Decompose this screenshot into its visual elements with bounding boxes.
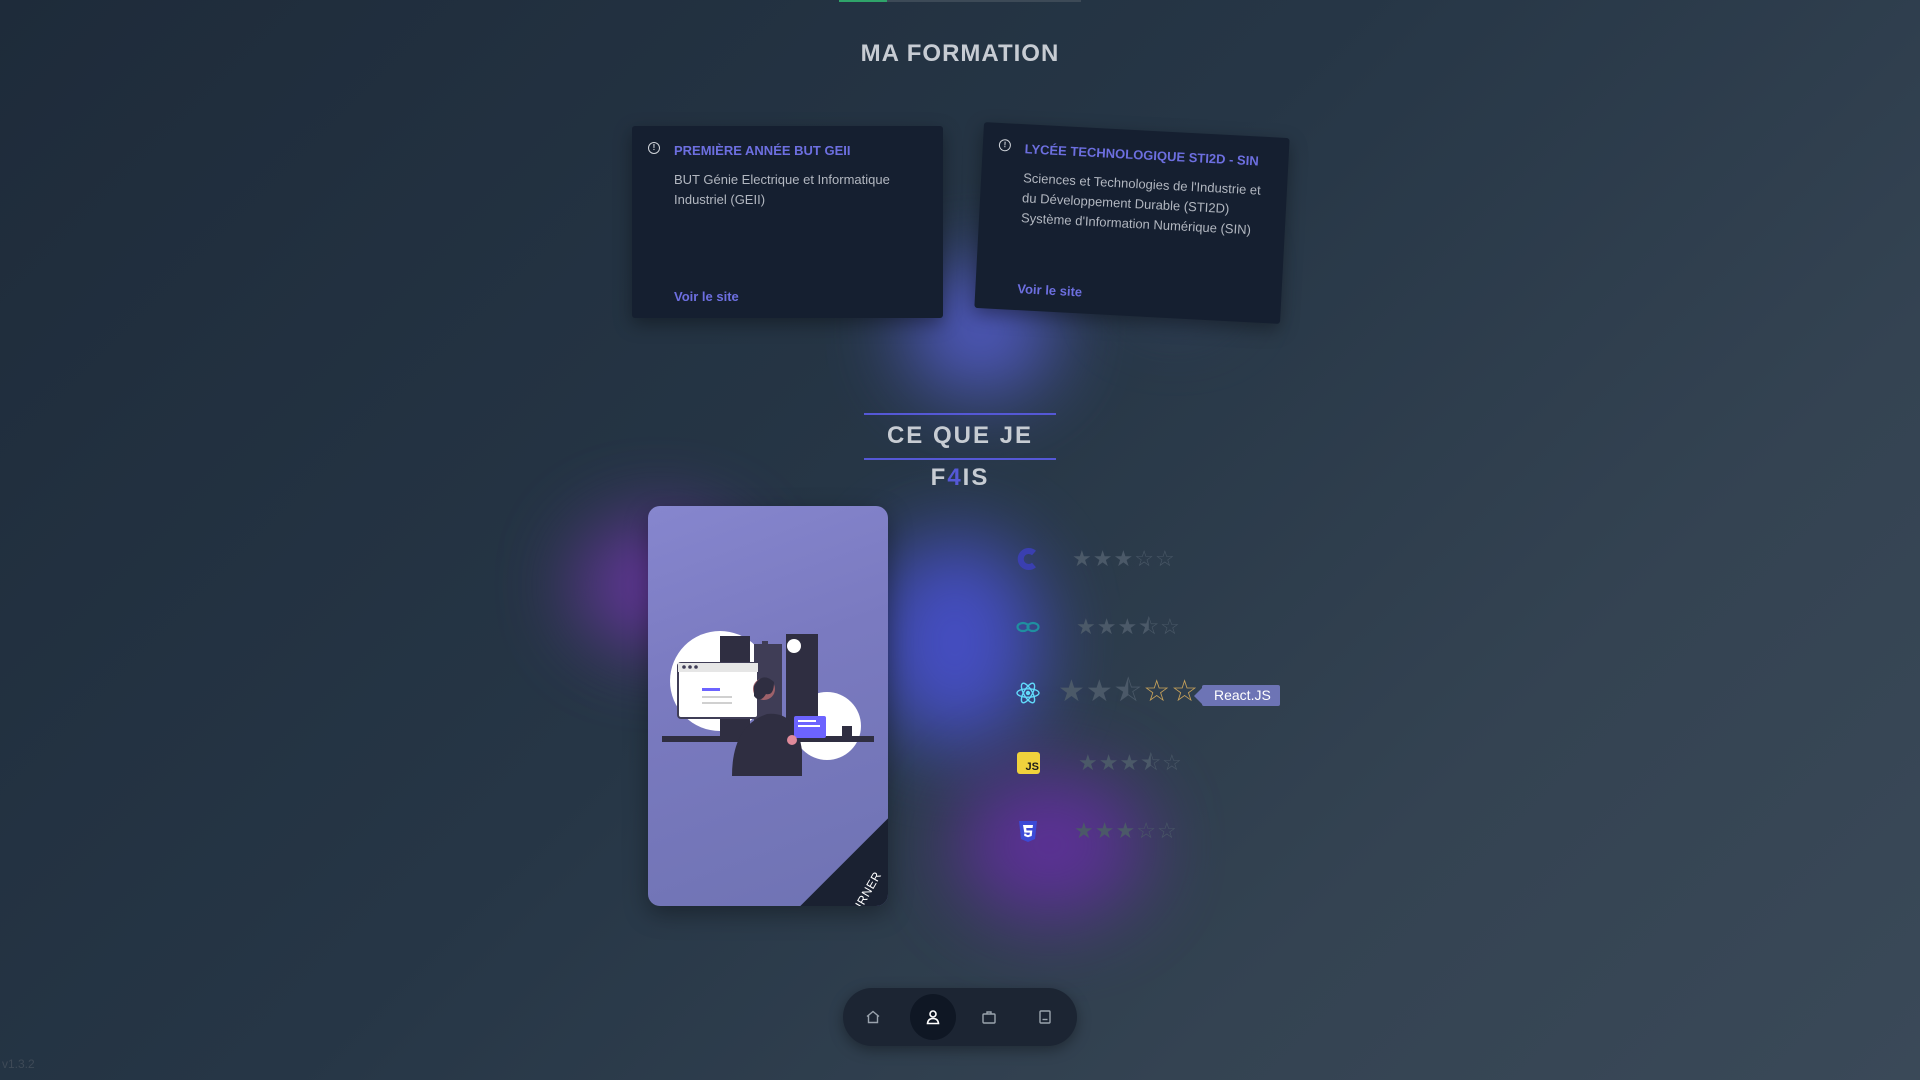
star-full-icon: ★ [1078, 750, 1099, 775]
star-full-icon: ★ [1072, 546, 1093, 571]
star-full-icon: ★ [1058, 675, 1086, 708]
star-full-icon: ★ [1092, 546, 1114, 571]
star-empty-icon: ☆ [1162, 750, 1183, 775]
visit-site-link[interactable]: Voir le site [674, 289, 739, 304]
formation-card-title: PREMIÈRE ANNÉE BUT GEII [674, 143, 851, 158]
rating-stars: ★★★☆☆ [1074, 818, 1178, 844]
javascript-icon: JS [1017, 752, 1040, 774]
developer-illustration [662, 631, 874, 776]
rating-stars: ★★★⯪☆ [1076, 614, 1181, 640]
star-full-icon: ★ [1094, 818, 1116, 843]
star-half-icon: ⯪ [1138, 614, 1161, 639]
skill-row-c[interactable]: ★★★☆☆ [1010, 540, 1340, 580]
scroll-progress-bar [839, 0, 1081, 2]
star-empty-icon: ☆ [1143, 675, 1172, 708]
formation-card-description: Sciences et Technologies de l'Industrie … [1020, 170, 1262, 238]
star-half-icon: ⯪ [1140, 750, 1163, 775]
star-empty-icon: ☆ [1154, 546, 1176, 571]
visit-site-link[interactable]: Voir le site [1017, 281, 1082, 299]
formation-card-but: ! PREMIÈRE ANNÉE BUT GEII BUT Génie Elec… [632, 126, 943, 318]
star-full-icon: ★ [1117, 614, 1139, 639]
rating-stars: ★★★⯪☆ [1078, 750, 1183, 776]
star-full-icon: ★ [1098, 750, 1120, 775]
star-empty-icon: ☆ [1156, 818, 1178, 843]
formation-card-description: BUT Génie Electrique et Informatique Ind… [674, 172, 890, 207]
flip-card[interactable]: RETOURNER [648, 506, 888, 906]
nav-about-button[interactable] [910, 994, 956, 1040]
user-icon [926, 1010, 940, 1025]
star-full-icon: ★ [1096, 614, 1118, 639]
css3-icon [1019, 821, 1037, 842]
home-icon [866, 1010, 880, 1024]
version-label: v1.3.2 [2, 1057, 35, 1071]
rating-stars: ★★⯪☆☆ [1058, 674, 1199, 710]
star-empty-icon: ☆ [1160, 614, 1181, 639]
nav-blog-button[interactable] [1022, 994, 1068, 1040]
formation-title: MA FORMATION [860, 40, 1060, 67]
star-full-icon: ★ [1076, 614, 1097, 639]
skill-tooltip: React.JS [1194, 685, 1280, 706]
skill-row-css3[interactable]: ★★★☆☆ [1010, 812, 1340, 852]
briefcase-icon [982, 1011, 996, 1024]
nav-home-button[interactable] [850, 994, 896, 1040]
star-full-icon: ★ [1113, 546, 1135, 571]
react-icon [1016, 682, 1040, 704]
info-icon: ! [998, 138, 1012, 152]
star-full-icon: ★ [1119, 750, 1141, 775]
skill-row-javascript[interactable]: JS ★★★⯪☆ [1010, 744, 1340, 784]
skill-row-react[interactable]: ★★⯪☆☆ React.JS [1010, 674, 1340, 714]
star-full-icon: ★ [1115, 818, 1137, 843]
star-half-icon: ⯪ [1113, 675, 1144, 708]
c-language-icon [1017, 548, 1036, 570]
book-icon [1039, 1010, 1051, 1024]
star-full-icon: ★ [1074, 818, 1095, 843]
scroll-progress-fill [839, 0, 888, 2]
star-empty-icon: ☆ [1136, 818, 1157, 843]
star-full-icon: ★ [1085, 675, 1114, 708]
nav-projects-button[interactable] [966, 994, 1012, 1040]
formation-card-lycee: ! LYCÉE TECHNOLOGIQUE STI2D - SIN Scienc… [974, 122, 1290, 324]
arduino-icon [1016, 621, 1040, 633]
info-icon: ! [648, 142, 660, 154]
skills-title: CE QUE JE F4IS [864, 413, 1056, 491]
bottom-navigation [843, 988, 1077, 1046]
star-empty-icon: ☆ [1134, 546, 1155, 571]
skill-row-arduino[interactable]: ★★★⯪☆ [1010, 608, 1340, 648]
rating-stars: ★★★☆☆ [1072, 546, 1176, 572]
formation-card-title: LYCÉE TECHNOLOGIQUE STI2D - SIN [1024, 141, 1260, 169]
